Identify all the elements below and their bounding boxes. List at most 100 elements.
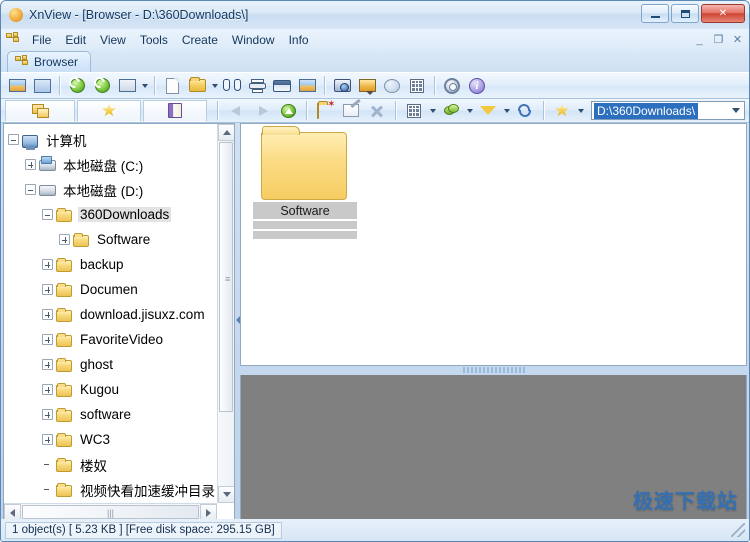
horizontal-splitter[interactable] <box>240 366 747 375</box>
tree-vertical-scrollbar[interactable]: ≡ <box>217 124 234 503</box>
tree-expander-minus-icon[interactable] <box>25 184 36 195</box>
menu-item-window[interactable]: Window <box>225 31 282 49</box>
tree-expander-plus-icon[interactable] <box>42 259 53 270</box>
slideshow-button[interactable] <box>355 74 379 97</box>
menu-item-edit[interactable]: Edit <box>58 31 93 49</box>
arrow-back-icon <box>229 104 244 117</box>
tree-item[interactable]: backup <box>4 252 217 277</box>
tree-item[interactable]: 视频快看加速缓冲目录 <box>4 477 217 502</box>
tree-item[interactable]: Documen <box>4 277 217 302</box>
address-bar[interactable]: D:\360Downloads\ <box>591 101 745 120</box>
tree-expander-plus-icon[interactable] <box>42 359 53 370</box>
xnview-window: XnView - [Browser - D:\360Downloads\] ✕ … <box>0 0 750 542</box>
print-button[interactable] <box>245 74 269 97</box>
toolbar-separator <box>306 101 307 120</box>
scroll-up-button[interactable] <box>218 124 235 141</box>
mdi-restore-button[interactable]: ❐ <box>712 33 725 46</box>
tree-item[interactable]: Software <box>4 227 217 252</box>
new-folder-button[interactable] <box>313 99 337 122</box>
chevron-down-icon[interactable] <box>732 108 740 113</box>
tree-scroll-thumb[interactable]: ≡ <box>219 142 233 412</box>
tree-hscroll-thumb[interactable]: ||| <box>22 505 199 519</box>
preview-panel[interactable]: 极速下载站 <box>240 375 747 521</box>
tree-expander-plus-icon[interactable] <box>42 384 53 395</box>
folder-icon <box>56 483 73 497</box>
close-button[interactable]: ✕ <box>701 4 745 23</box>
tree-horizontal-scrollbar[interactable]: ||| <box>4 503 217 520</box>
tree-expander-plus-icon[interactable] <box>59 234 70 245</box>
maximize-button[interactable] <box>671 4 699 23</box>
menu-item-tools[interactable]: Tools <box>133 31 175 49</box>
scan-button[interactable] <box>270 74 294 97</box>
filter-button[interactable] <box>476 99 500 122</box>
folder-tree[interactable]: 计算机本地磁盘 (C:)本地磁盘 (D:)360DownloadsSoftwar… <box>4 124 217 503</box>
about-button[interactable]: i <box>465 74 489 97</box>
view-image-button[interactable] <box>5 74 29 97</box>
tree-expander-minus-icon[interactable] <box>8 134 19 145</box>
tree-item[interactable]: 360Downloads <box>4 202 217 227</box>
favorites-dropdown-arrow[interactable] <box>576 99 585 122</box>
file-info-button[interactable] <box>160 74 184 97</box>
thumbnail-item[interactable]: Software <box>253 132 357 239</box>
back-button[interactable] <box>224 99 248 122</box>
tree-item[interactable]: 本地磁盘 (C:) <box>4 152 217 177</box>
mdi-close-button[interactable]: ✕ <box>731 33 744 46</box>
rotate-right-button[interactable] <box>90 74 114 97</box>
catalog-panel-button[interactable] <box>143 100 207 122</box>
tree-item[interactable]: software <box>4 402 217 427</box>
delete-button[interactable] <box>365 99 389 122</box>
tab-browser[interactable]: Browser <box>7 51 91 72</box>
menu-item-info[interactable]: Info <box>282 31 316 49</box>
splitter-handle[interactable] <box>463 367 525 373</box>
fullscreen-button[interactable] <box>30 74 54 97</box>
tree-expander-plus-icon[interactable] <box>42 409 53 420</box>
folders-panel-button[interactable] <box>5 100 75 122</box>
tree-item[interactable]: download.jisuxz.com <box>4 302 217 327</box>
tree-expander-plus-icon[interactable] <box>42 334 53 345</box>
tree-item[interactable]: 计算机 <box>4 127 217 152</box>
refresh-button[interactable] <box>513 99 537 122</box>
tree-expander-plus-icon[interactable] <box>42 309 53 320</box>
forward-button[interactable] <box>250 99 274 122</box>
thumbnail-size-dropdown-arrow[interactable] <box>465 99 474 122</box>
rename-button[interactable] <box>339 99 363 122</box>
rotate-left-button[interactable] <box>65 74 89 97</box>
tree-item[interactable]: 楼奴 <box>4 452 217 477</box>
batch-convert-button[interactable] <box>185 74 209 97</box>
screen-capture-button[interactable] <box>295 74 319 97</box>
scroll-down-button[interactable] <box>218 486 235 503</box>
menu-item-file[interactable]: File <box>25 31 58 49</box>
search-button[interactable] <box>220 74 244 97</box>
contact-sheet-button[interactable] <box>405 74 429 97</box>
tree-item[interactable]: 本地磁盘 (D:) <box>4 177 217 202</box>
view-mode-button[interactable] <box>402 99 426 122</box>
computer-icon <box>22 133 39 147</box>
up-button[interactable] <box>276 99 300 122</box>
tree-item[interactable]: Kugou <box>4 377 217 402</box>
tree-item[interactable]: FavoriteVideo <box>4 327 217 352</box>
minimize-button[interactable] <box>641 4 669 23</box>
tree-expander-plus-icon[interactable] <box>42 434 53 445</box>
tree-expander-minus-icon[interactable] <box>42 209 53 220</box>
tree-item[interactable]: ghost <box>4 352 217 377</box>
tree-expander-plus-icon[interactable] <box>42 284 53 295</box>
convert-dropdown-arrow[interactable] <box>140 74 149 97</box>
address-input[interactable]: D:\360Downloads\ <box>594 103 698 119</box>
settings-button[interactable] <box>440 74 464 97</box>
resize-grip-icon[interactable] <box>731 523 745 537</box>
convert-button[interactable] <box>115 74 139 97</box>
favorites-button[interactable] <box>550 99 574 122</box>
favorites-panel-button[interactable] <box>77 100 141 122</box>
mdi-minimize-button[interactable]: _ <box>693 34 706 46</box>
view-mode-dropdown-arrow[interactable] <box>428 99 437 122</box>
tree-item[interactable]: WC3 <box>4 427 217 452</box>
thumbnail-size-button[interactable] <box>439 99 463 122</box>
snapshot-button[interactable] <box>330 74 354 97</box>
web-page-button[interactable] <box>380 74 404 97</box>
tree-expander-plus-icon[interactable] <box>25 159 36 170</box>
batch-dropdown-arrow[interactable] <box>210 74 219 97</box>
menu-item-create[interactable]: Create <box>175 31 225 49</box>
filter-dropdown-arrow[interactable] <box>502 99 511 122</box>
menu-item-view[interactable]: View <box>93 31 133 49</box>
thumbnail-panel[interactable]: Software <box>240 123 747 366</box>
